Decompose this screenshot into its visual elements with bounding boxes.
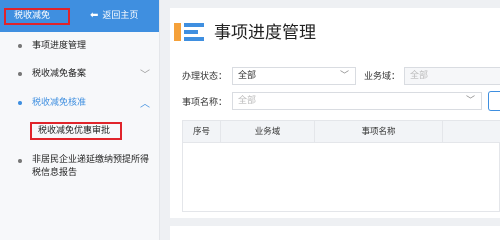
bullet-icon [18,159,22,163]
domain-filter-label: 业务域： [364,72,401,82]
back-home-link[interactable]: ⬅ 返回主页 [90,9,138,23]
back-home-label: 返回主页 [102,11,139,21]
main-area: 事项进度管理 办理状态： 全部 ﹀ 业务域： 全部 事项名称： 全部 ﹀ 序号 … [160,0,500,240]
status-filter-label: 办理状态： [182,72,228,82]
item-name-filter-label: 事项名称： [182,98,228,108]
results-table: 序号 业务域 事项名称 [182,120,500,212]
list-icon [174,23,204,41]
column-header-domain: 业务域 [221,121,315,143]
chevron-down-icon: ﹀ [140,70,150,81]
bullet-icon [18,44,22,48]
sidebar-subitem-preferential-approval[interactable]: 税收减免优惠审批 [30,122,122,140]
page-title: 事项进度管理 [214,23,316,43]
domain-select[interactable]: 全部 [404,67,500,85]
chevron-down-icon: ﹀ [339,71,349,81]
chevron-down-icon: ﹀ [465,96,475,106]
item-name-select[interactable]: 全部 ﹀ [232,92,482,110]
module-title: 税收减免 [4,8,70,25]
item-name-select-value: 全部 [238,96,257,106]
bullet-icon [18,101,22,105]
domain-select-value: 全部 [410,71,429,81]
column-header-item-name: 事项名称 [315,121,443,143]
chevron-up-icon: ︿ [140,99,150,110]
sidebar-item-label: 税收减免备案 [32,69,87,79]
sidebar-item-nonresident-report[interactable]: 非居民企业递延缴纳预提所得税信息报告 [32,154,154,180]
content-panel-lower [170,226,500,240]
search-button[interactable] [488,91,500,111]
sidebar: 税收减免 ⬅ 返回主页 事项进度管理 税收减免备案 ﹀ 税收减免核准 ︿ 税收减免… [0,0,160,240]
sidebar-header: 税收减免 ⬅ 返回主页 [0,0,159,32]
sidebar-item-label: 事项进度管理 [32,41,87,51]
sidebar-item-label: 税收减免核准 [32,98,87,108]
column-header-index: 序号 [183,121,221,143]
status-select-value: 全部 [238,71,257,81]
status-select[interactable]: 全部 ﹀ [232,67,356,85]
bullet-icon [18,72,22,76]
table-header: 序号 业务域 事项名称 [183,121,500,143]
back-arrow-icon: ⬅ [90,10,99,21]
